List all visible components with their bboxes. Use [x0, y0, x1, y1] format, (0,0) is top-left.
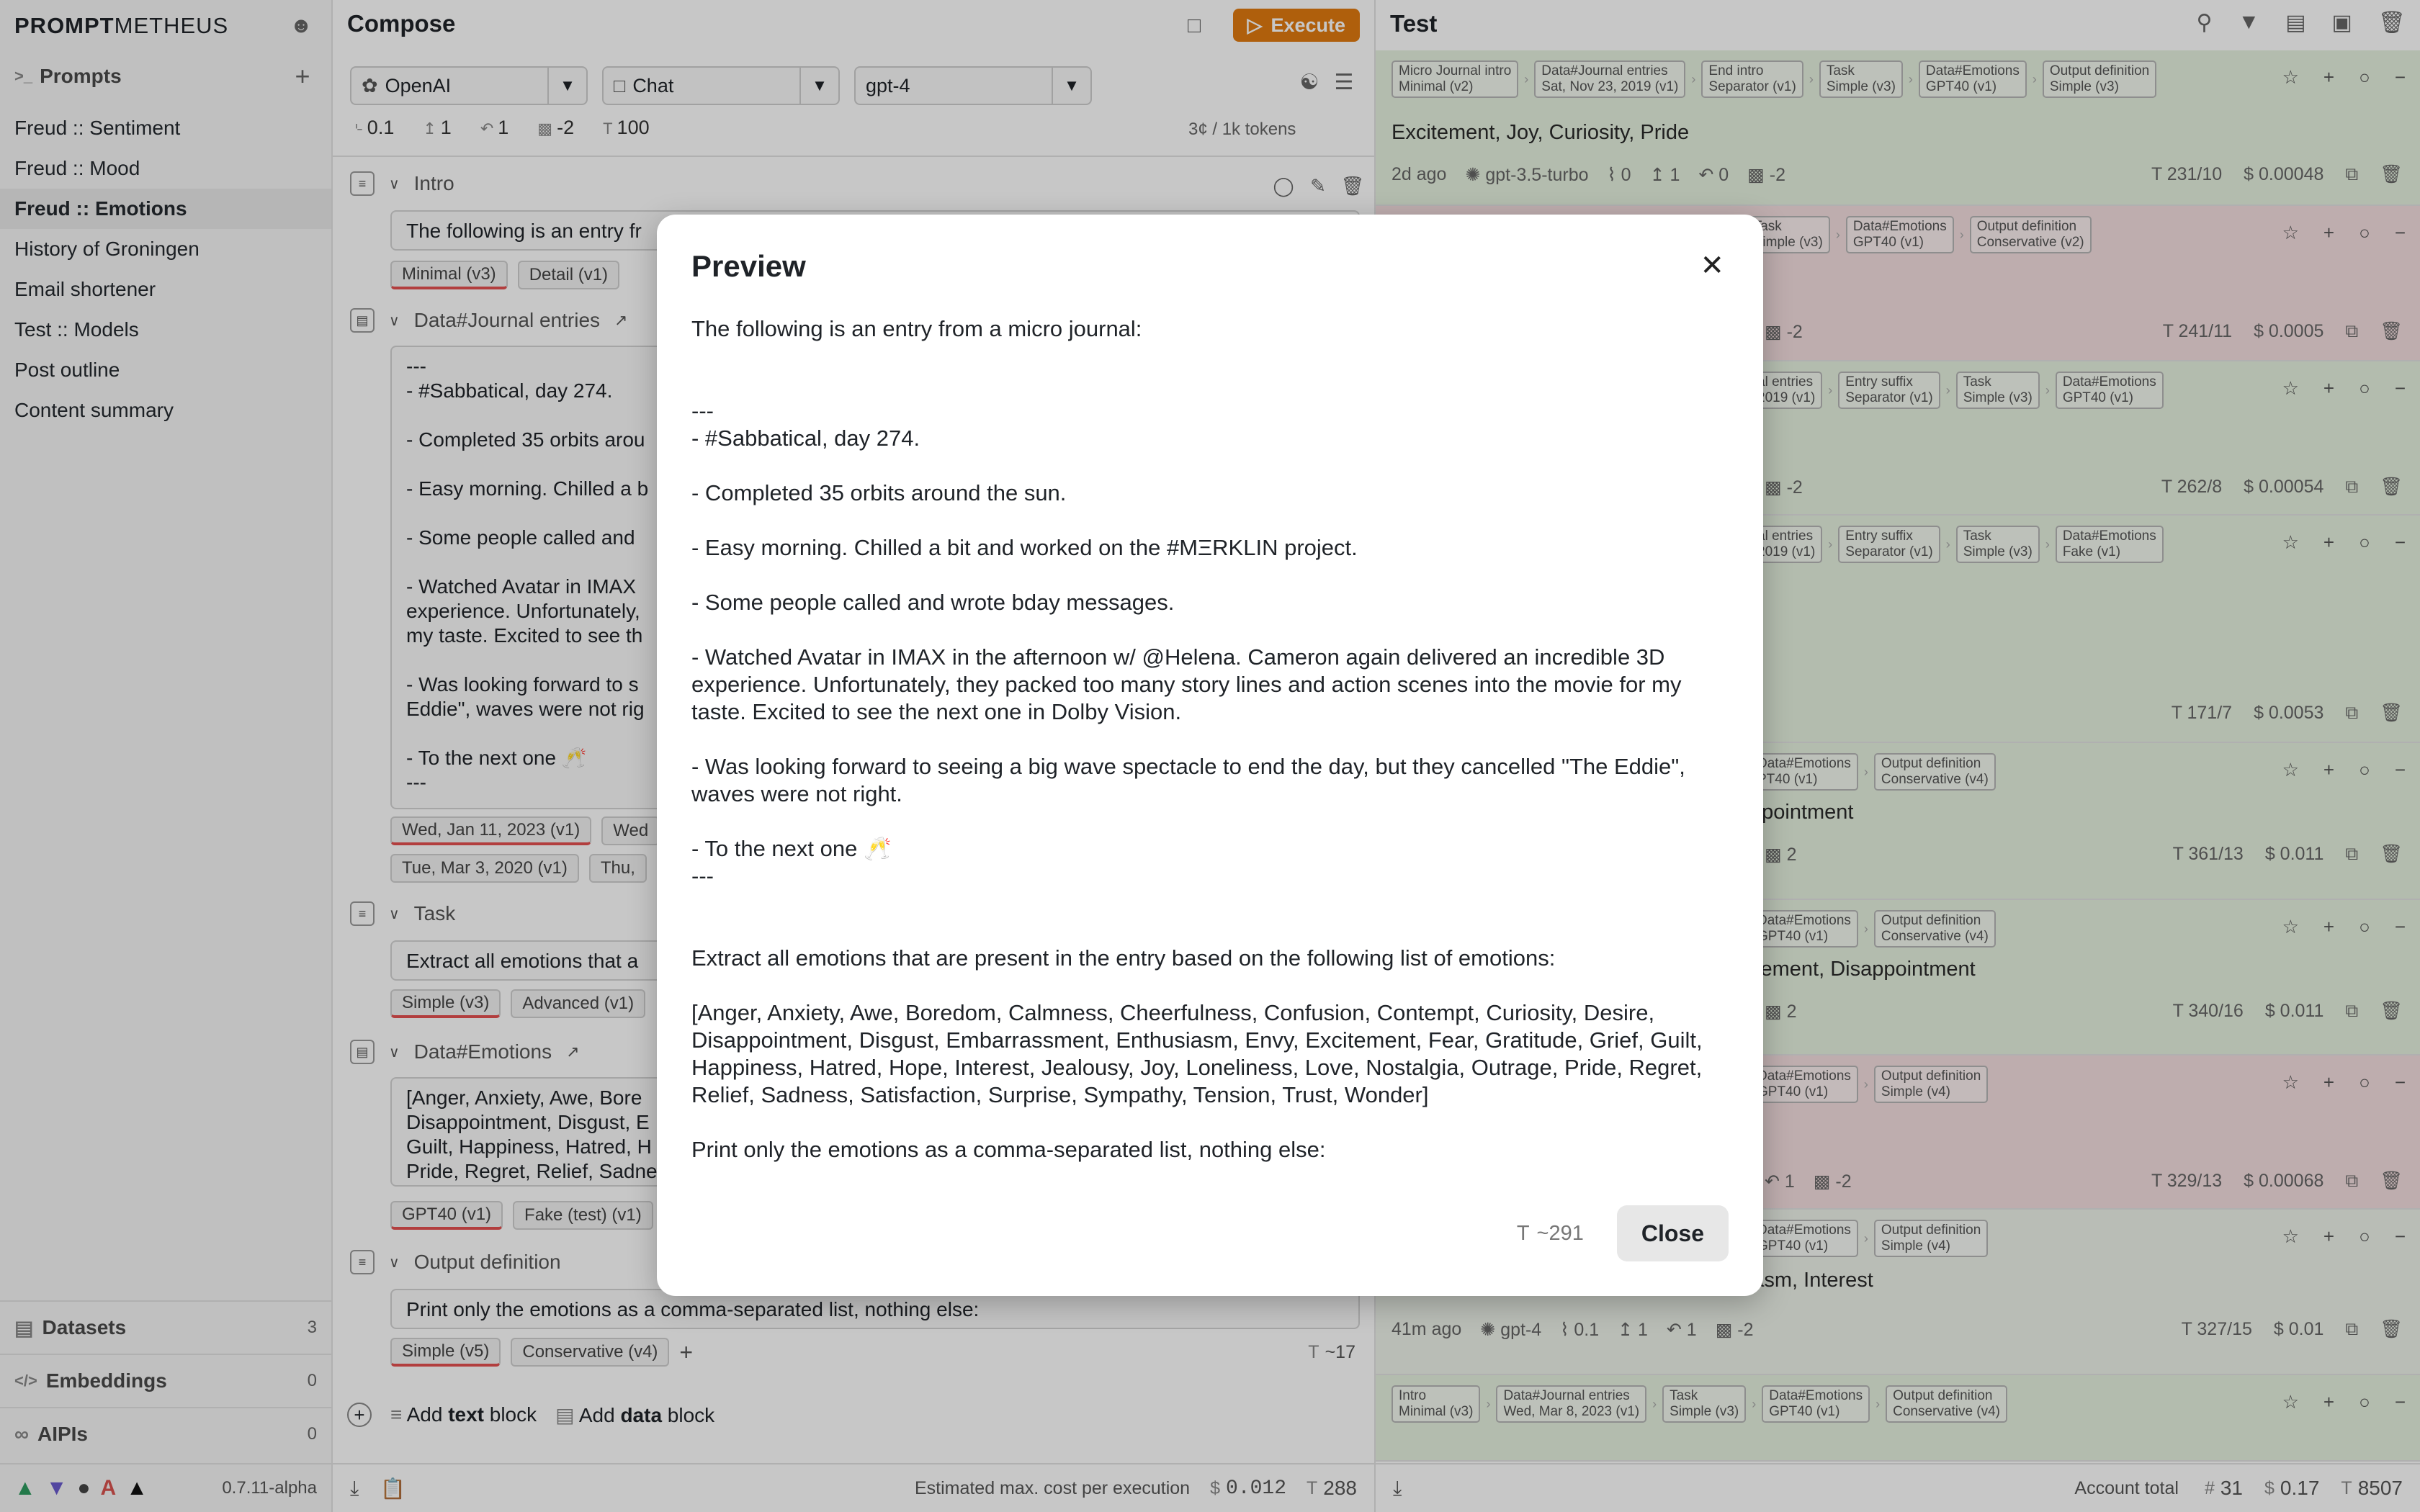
modal-footer: T ~291 Close: [1517, 1205, 1729, 1261]
close-icon[interactable]: ✕: [1700, 249, 1724, 282]
token-icon: T: [1516, 1221, 1530, 1245]
token-estimate: T ~291: [1516, 1221, 1584, 1245]
preview-modal: Preview ✕ The following is an entry from…: [657, 215, 1763, 1296]
close-button[interactable]: Close: [1616, 1205, 1729, 1261]
preview-text: The following is an entry from a micro j…: [691, 316, 1703, 1162]
modal-title: Preview: [691, 249, 806, 283]
